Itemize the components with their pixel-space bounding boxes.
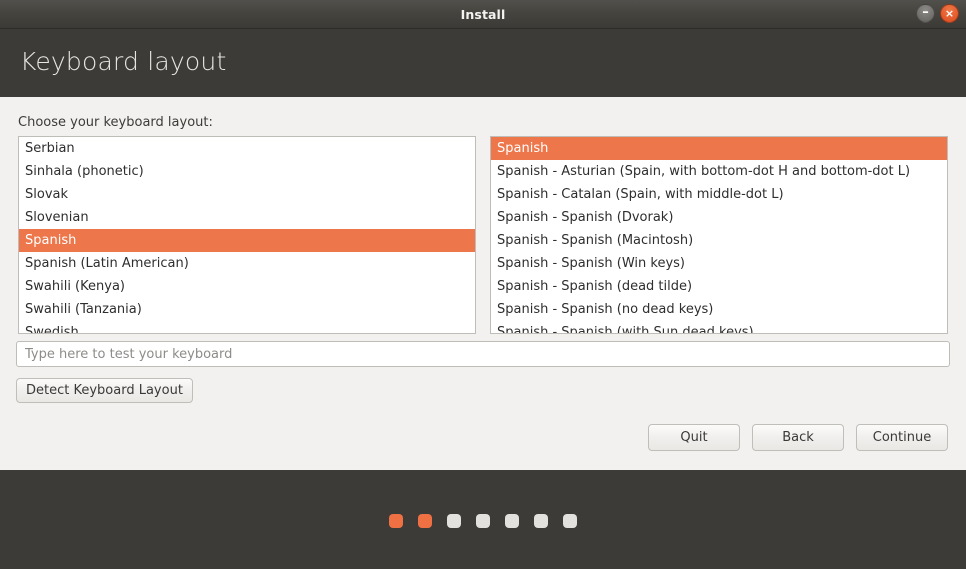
window-title: Install <box>460 7 506 22</box>
minimize-button[interactable]: – <box>916 4 935 23</box>
list-item[interactable]: Spanish - Catalan (Spain, with middle-do… <box>491 183 947 206</box>
progress-dot <box>563 514 577 528</box>
page-title: Keyboard layout <box>20 47 227 76</box>
keyboard-test-input[interactable] <box>16 341 950 367</box>
progress-dot <box>418 514 432 528</box>
progress-dot <box>534 514 548 528</box>
keyboard-layout-prompt: Choose your keyboard layout: <box>18 115 213 130</box>
layout-selection-area: Serbian Sinhala (phonetic) Slovak Slovenian… <box>18 136 948 334</box>
back-button[interactable]: Back <box>752 424 844 451</box>
slideshow-footer <box>0 470 966 569</box>
list-item[interactable]: Slovak <box>19 183 475 206</box>
list-item[interactable]: Spanish - Spanish (Macintosh) <box>491 229 947 252</box>
list-item[interactable]: Spanish <box>19 229 475 252</box>
list-item[interactable]: Spanish - Spanish (Win keys) <box>491 252 947 275</box>
list-item[interactable]: Spanish - Spanish (Dvorak) <box>491 206 947 229</box>
list-item[interactable]: Sinhala (phonetic) <box>19 160 475 183</box>
list-item[interactable]: Spanish - Spanish (no dead keys) <box>491 298 947 321</box>
navigation-buttons: Quit Back Continue <box>648 424 948 451</box>
list-item[interactable]: Serbian <box>19 137 475 160</box>
list-item[interactable]: Spanish <box>491 137 947 160</box>
window-controls: – × <box>916 4 959 23</box>
close-button[interactable]: × <box>940 4 959 23</box>
main-content: Choose your keyboard layout: Serbian Sinh… <box>0 97 966 470</box>
list-item[interactable]: Spanish - Asturian (Spain, with bottom-d… <box>491 160 947 183</box>
list-item[interactable]: Spanish - Spanish (dead tilde) <box>491 275 947 298</box>
list-item[interactable]: Swahili (Tanzania) <box>19 298 475 321</box>
list-item[interactable]: Slovenian <box>19 206 475 229</box>
detect-keyboard-layout-button[interactable]: Detect Keyboard Layout <box>16 378 193 403</box>
list-item[interactable]: Swahili (Kenya) <box>19 275 475 298</box>
keyboard-variant-list[interactable]: Spanish Spanish - Asturian (Spain, with b… <box>490 136 948 334</box>
close-icon: × <box>944 7 955 20</box>
progress-dot <box>389 514 403 528</box>
continue-button[interactable]: Continue <box>856 424 948 451</box>
list-item[interactable]: Spanish (Latin American) <box>19 252 475 275</box>
list-item[interactable]: Spanish - Spanish (with Sun dead keys) <box>491 321 947 333</box>
progress-dot <box>476 514 490 528</box>
progress-dot <box>447 514 461 528</box>
title-bar: Install – × <box>0 0 966 29</box>
installer-window: Install – × Keyboard layout Choose your … <box>0 0 966 569</box>
keyboard-layout-list[interactable]: Serbian Sinhala (phonetic) Slovak Slovenian… <box>18 136 476 334</box>
list-item[interactable]: Swedish <box>19 321 475 333</box>
page-header: Keyboard layout <box>0 29 966 97</box>
progress-dots <box>0 514 966 528</box>
quit-button[interactable]: Quit <box>648 424 740 451</box>
minimize-icon: – <box>922 5 929 20</box>
progress-dot <box>505 514 519 528</box>
